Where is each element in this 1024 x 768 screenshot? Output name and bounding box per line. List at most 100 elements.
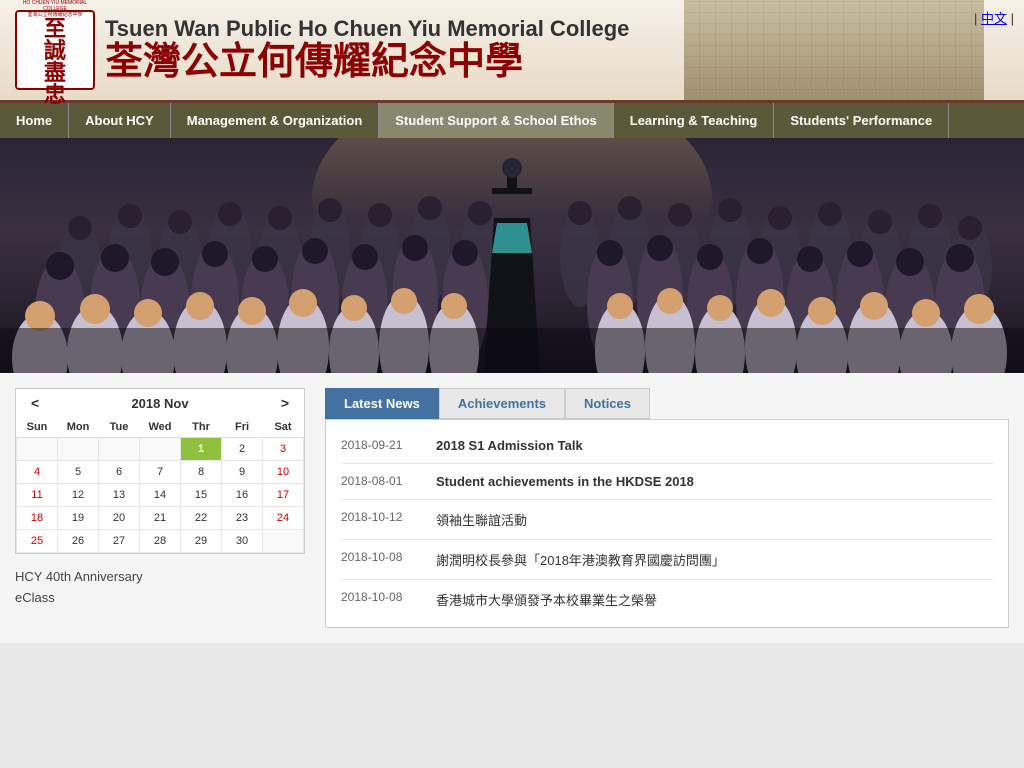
news-title[interactable]: 2018 S1 Admission Talk: [436, 438, 583, 453]
calendar-section: < 2018 Nov > Sun Mon Tue Wed Thr Fri Sat: [15, 388, 305, 628]
school-name-english: Tsuen Wan Public Ho Chuen Yiu Memorial C…: [105, 16, 629, 42]
calendar-day[interactable]: 11: [17, 484, 58, 507]
calendar-title: 2018 Nov: [131, 396, 188, 411]
day-sat: Sat: [263, 417, 304, 438]
calendar-day: [263, 530, 304, 553]
calendar-day: [140, 438, 181, 461]
news-title-link[interactable]: 香港城市大學頒發予本校畢業生之榮譽: [436, 593, 657, 608]
nav-about[interactable]: About HCY: [69, 103, 171, 138]
news-item: 2018-09-21 2018 S1 Admission Talk: [341, 428, 993, 464]
main-content: < 2018 Nov > Sun Mon Tue Wed Thr Fri Sat: [0, 373, 1024, 643]
news-section: Latest News Achievements Notices 2018-09…: [305, 388, 1009, 628]
news-title-link[interactable]: 謝潤明校長參與「2018年港澳教育界國慶訪問團」: [436, 553, 725, 568]
day-mon: Mon: [58, 417, 99, 438]
news-date: 2018-08-01: [341, 474, 416, 488]
calendar-day[interactable]: 26: [58, 530, 99, 553]
eclass-link[interactable]: eClass: [15, 587, 305, 608]
calendar-day[interactable]: 6: [99, 461, 140, 484]
news-item: 2018-10-08 謝潤明校長參與「2018年港澳教育界國慶訪問團」: [341, 540, 993, 580]
news-title-link[interactable]: 2018 S1 Admission Talk: [436, 438, 583, 453]
calendar-day[interactable]: 28: [140, 530, 181, 553]
news-item: 2018-10-08 香港城市大學頒發予本校畢業生之榮譽: [341, 580, 993, 619]
day-thr: Thr: [181, 417, 222, 438]
calendar-day[interactable]: 16: [222, 484, 263, 507]
calendar-day[interactable]: 14: [140, 484, 181, 507]
tab-latest-news[interactable]: Latest News: [325, 388, 439, 419]
news-title-link[interactable]: 領袖生聯誼活動: [436, 513, 527, 528]
calendar-day[interactable]: 10: [263, 461, 304, 484]
calendar-day[interactable]: 8: [181, 461, 222, 484]
hcy-anniversary-link[interactable]: HCY 40th Anniversary: [15, 566, 305, 587]
calendar-day[interactable]: 13: [99, 484, 140, 507]
tab-notices[interactable]: Notices: [565, 388, 650, 419]
calendar-day[interactable]: 30: [222, 530, 263, 553]
language-switcher[interactable]: | 中文 |: [974, 8, 1014, 27]
main-nav: Home About HCY Management & Organization…: [0, 103, 1024, 138]
news-content: 2018-09-21 2018 S1 Admission Talk 2018-08-…: [325, 419, 1009, 628]
calendar-days-header: Sun Mon Tue Wed Thr Fri Sat: [17, 417, 304, 438]
calendar-day[interactable]: 19: [58, 507, 99, 530]
calendar-day[interactable]: 9: [222, 461, 263, 484]
calendar-day: [58, 438, 99, 461]
nav-performance[interactable]: Students' Performance: [774, 103, 949, 138]
news-tabs: Latest News Achievements Notices: [325, 388, 1009, 419]
calendar-day[interactable]: 22: [181, 507, 222, 530]
calendar-week-row: 11121314151617: [17, 484, 304, 507]
news-date: 2018-10-08: [341, 590, 416, 604]
hero-image: [0, 138, 1024, 373]
news-title[interactable]: 謝潤明校長參與「2018年港澳教育界國慶訪問團」: [436, 550, 725, 569]
news-item: 2018-10-12 領袖生聯誼活動: [341, 500, 993, 540]
news-title[interactable]: Student achievements in the HKDSE 2018: [436, 474, 694, 489]
day-fri: Fri: [222, 417, 263, 438]
calendar-day[interactable]: 5: [58, 461, 99, 484]
calendar-prev[interactable]: <: [26, 395, 44, 411]
school-name-chinese: 荃灣公立何傳耀紀念中學: [105, 42, 629, 84]
calendar: < 2018 Nov > Sun Mon Tue Wed Thr Fri Sat: [15, 388, 305, 554]
emblem-characters: 至誠盡忠: [44, 18, 66, 106]
nav-learning[interactable]: Learning & Teaching: [614, 103, 775, 138]
calendar-day: [99, 438, 140, 461]
nav-home[interactable]: Home: [0, 103, 69, 138]
calendar-day[interactable]: 24: [263, 507, 304, 530]
tab-achievements[interactable]: Achievements: [439, 388, 565, 419]
day-sun: Sun: [17, 417, 58, 438]
calendar-week-row: 123: [17, 438, 304, 461]
calendar-day: [17, 438, 58, 461]
calendar-day[interactable]: 4: [17, 461, 58, 484]
calendar-day[interactable]: 12: [58, 484, 99, 507]
calendar-day[interactable]: 29: [181, 530, 222, 553]
calendar-day[interactable]: 18: [17, 507, 58, 530]
news-date: 2018-10-08: [341, 550, 416, 564]
news-item: 2018-08-01 Student achievements in the HK…: [341, 464, 993, 500]
calendar-week-row: 45678910: [17, 461, 304, 484]
calendar-day[interactable]: 23: [222, 507, 263, 530]
calendar-day[interactable]: 7: [140, 461, 181, 484]
news-title[interactable]: 領袖生聯誼活動: [436, 510, 527, 529]
calendar-day[interactable]: 3: [263, 438, 304, 461]
calendar-day[interactable]: 21: [140, 507, 181, 530]
school-emblem: TSUEN WAN PUBLICHO CHUEN YIU MEMORIAL CO…: [15, 10, 95, 90]
nav-student-support[interactable]: Student Support & School Ethos: [379, 103, 614, 138]
building-visual: [684, 0, 984, 100]
nav-management[interactable]: Management & Organization: [171, 103, 380, 138]
news-date: 2018-10-12: [341, 510, 416, 524]
hero-svg: [0, 138, 1024, 373]
calendar-links: HCY 40th Anniversary eClass: [15, 566, 305, 608]
news-title[interactable]: 香港城市大學頒發予本校畢業生之榮譽: [436, 590, 657, 609]
calendar-day[interactable]: 17: [263, 484, 304, 507]
calendar-day[interactable]: 15: [181, 484, 222, 507]
calendar-day[interactable]: 27: [99, 530, 140, 553]
calendar-next[interactable]: >: [276, 395, 294, 411]
building-image: [684, 0, 984, 100]
calendar-day[interactable]: 1: [181, 438, 222, 461]
calendar-week-row: 252627282930: [17, 530, 304, 553]
calendar-day[interactable]: 20: [99, 507, 140, 530]
calendar-week-row: 18192021222324: [17, 507, 304, 530]
news-title-link[interactable]: Student achievements in the HKDSE 2018: [436, 474, 694, 489]
logo-area: TSUEN WAN PUBLICHO CHUEN YIU MEMORIAL CO…: [15, 10, 629, 90]
day-tue: Tue: [99, 417, 140, 438]
calendar-day[interactable]: 25: [17, 530, 58, 553]
day-wed: Wed: [140, 417, 181, 438]
news-date: 2018-09-21: [341, 438, 416, 452]
calendar-day[interactable]: 2: [222, 438, 263, 461]
